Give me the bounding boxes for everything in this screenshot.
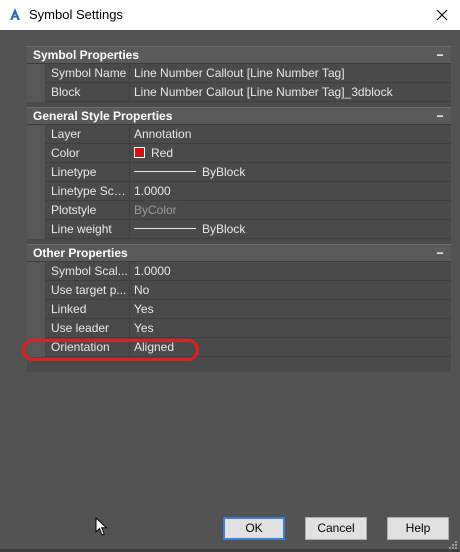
- property-value[interactable]: Line Number Callout [Line Number Tag]: [134, 66, 345, 80]
- property-row-use-leader[interactable]: Use leader Yes: [27, 319, 451, 338]
- column-divider: [129, 125, 130, 144]
- property-row-plotstyle[interactable]: Plotstyle ByColor: [27, 201, 451, 220]
- row-gutter: [27, 125, 45, 144]
- section-header-general-style[interactable]: General Style Properties −: [27, 107, 451, 125]
- property-value[interactable]: Yes: [134, 321, 154, 335]
- column-divider: [129, 201, 130, 220]
- property-value-line-weight[interactable]: ByBlock: [134, 222, 245, 236]
- property-row-linetype-scale[interactable]: Linetype Scale 1.0000: [27, 182, 451, 201]
- property-label: Use leader: [51, 321, 110, 335]
- column-divider: [129, 220, 130, 239]
- property-value-color[interactable]: Red: [134, 146, 173, 160]
- property-value[interactable]: Line Number Callout [Line Number Tag]_3d…: [134, 85, 393, 99]
- column-divider: [129, 300, 130, 319]
- property-row-symbol-scale[interactable]: Symbol Scal... 1.0000: [27, 262, 451, 281]
- property-value[interactable]: Annotation: [134, 127, 191, 141]
- property-value[interactable]: ByColor: [134, 203, 177, 217]
- property-row-use-target[interactable]: Use target p... No: [27, 281, 451, 300]
- row-gutter: [27, 182, 45, 201]
- highlight-annotation: [22, 339, 199, 361]
- mouse-pointer-icon: [95, 517, 108, 536]
- property-row-layer[interactable]: Layer Annotation: [27, 125, 451, 144]
- property-label: Symbol Name: [51, 66, 127, 80]
- column-divider: [129, 182, 130, 201]
- color-swatch: [134, 147, 145, 158]
- collapse-icon[interactable]: −: [433, 47, 447, 63]
- title-bar: Symbol Settings: [0, 0, 460, 31]
- linetype-value: ByBlock: [202, 165, 246, 179]
- color-value: Red: [151, 146, 174, 160]
- property-label: Layer: [51, 127, 82, 141]
- property-row-linked[interactable]: Linked Yes: [27, 300, 451, 319]
- section-header-symbol-properties[interactable]: Symbol Properties −: [27, 46, 451, 64]
- row-gutter: [27, 163, 45, 182]
- row-gutter: [27, 83, 45, 102]
- property-row-linetype[interactable]: Linetype ByBlock: [27, 163, 451, 182]
- line-sample: [134, 228, 196, 229]
- row-gutter: [27, 64, 45, 83]
- column-divider: [129, 144, 130, 163]
- property-grid: Symbol Properties − Symbol Name Line Num…: [27, 46, 451, 372]
- cancel-button[interactable]: Cancel: [305, 517, 367, 540]
- row-gutter: [27, 201, 45, 220]
- row-gutter: [27, 319, 45, 338]
- help-button[interactable]: Help: [387, 517, 449, 540]
- row-gutter: [27, 220, 45, 239]
- property-label: Linked: [51, 302, 87, 316]
- column-divider: [129, 64, 130, 83]
- property-label: Line weight: [51, 222, 112, 236]
- row-gutter: [27, 262, 45, 281]
- column-divider: [129, 83, 130, 102]
- row-gutter: [27, 144, 45, 163]
- property-label: Linetype Scale: [51, 184, 128, 198]
- property-label: Linetype: [51, 165, 97, 179]
- property-row-color[interactable]: Color Red: [27, 144, 451, 163]
- property-value[interactable]: Yes: [134, 302, 154, 316]
- property-label: Use target p...: [51, 283, 127, 297]
- window-title: Symbol Settings: [29, 7, 123, 22]
- property-row-symbol-name[interactable]: Symbol Name Line Number Callout [Line Nu…: [27, 64, 451, 83]
- dialog-client-area: Symbol Properties − Symbol Name Line Num…: [0, 30, 460, 552]
- column-divider: [129, 281, 130, 300]
- ok-button[interactable]: OK: [223, 517, 285, 540]
- property-value[interactable]: 1.0000: [134, 184, 171, 198]
- property-value[interactable]: No: [134, 283, 149, 297]
- row-gutter: [27, 281, 45, 300]
- collapse-icon[interactable]: −: [433, 108, 447, 124]
- autocad-a-icon: [10, 8, 20, 20]
- section-header-other-properties[interactable]: Other Properties −: [27, 244, 451, 262]
- property-label: Block: [51, 85, 81, 99]
- property-label: Symbol Scal...: [51, 264, 128, 278]
- line-sample: [134, 171, 196, 172]
- property-row-block[interactable]: Block Line Number Callout [Line Number T…: [27, 83, 451, 102]
- line-weight-value: ByBlock: [202, 222, 246, 236]
- property-value[interactable]: 1.0000: [134, 264, 171, 278]
- property-label: Plotstyle: [51, 203, 97, 217]
- property-row-line-weight[interactable]: Line weight ByBlock: [27, 220, 451, 239]
- column-divider: [129, 319, 130, 338]
- property-label: Color: [51, 146, 80, 160]
- section-title: Symbol Properties: [33, 48, 140, 62]
- close-button[interactable]: [424, 0, 460, 30]
- close-icon: [436, 9, 448, 21]
- property-value-linetype[interactable]: ByBlock: [134, 165, 245, 179]
- collapse-icon[interactable]: −: [433, 245, 447, 261]
- section-title: Other Properties: [33, 246, 128, 260]
- column-divider: [129, 163, 130, 182]
- row-gutter: [27, 300, 45, 319]
- section-title: General Style Properties: [33, 109, 173, 123]
- column-divider: [129, 262, 130, 281]
